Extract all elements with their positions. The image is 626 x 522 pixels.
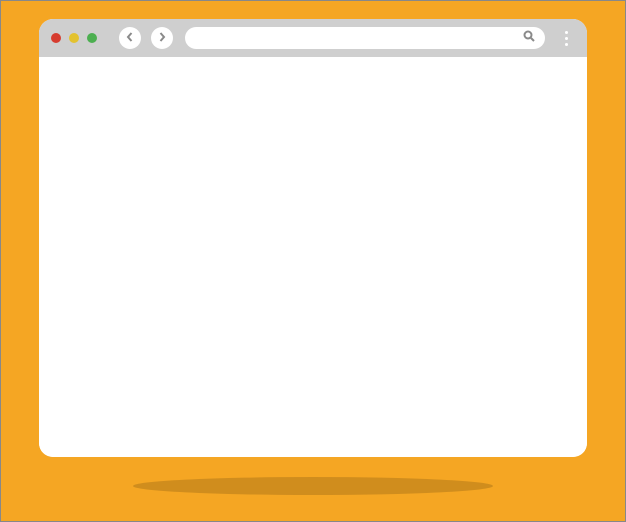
address-bar[interactable] bbox=[185, 27, 545, 49]
forward-button[interactable] bbox=[151, 27, 173, 49]
close-icon[interactable] bbox=[51, 33, 61, 43]
search-icon[interactable] bbox=[523, 29, 535, 47]
forward-arrow-icon bbox=[157, 29, 167, 47]
browser-window bbox=[39, 19, 587, 457]
minimize-icon[interactable] bbox=[69, 33, 79, 43]
zoom-icon[interactable] bbox=[87, 33, 97, 43]
browser-content bbox=[39, 57, 587, 457]
back-arrow-icon bbox=[125, 29, 135, 47]
menu-dots-icon[interactable] bbox=[557, 31, 575, 46]
back-button[interactable] bbox=[119, 27, 141, 49]
browser-toolbar bbox=[39, 19, 587, 57]
window-shadow bbox=[133, 477, 493, 495]
